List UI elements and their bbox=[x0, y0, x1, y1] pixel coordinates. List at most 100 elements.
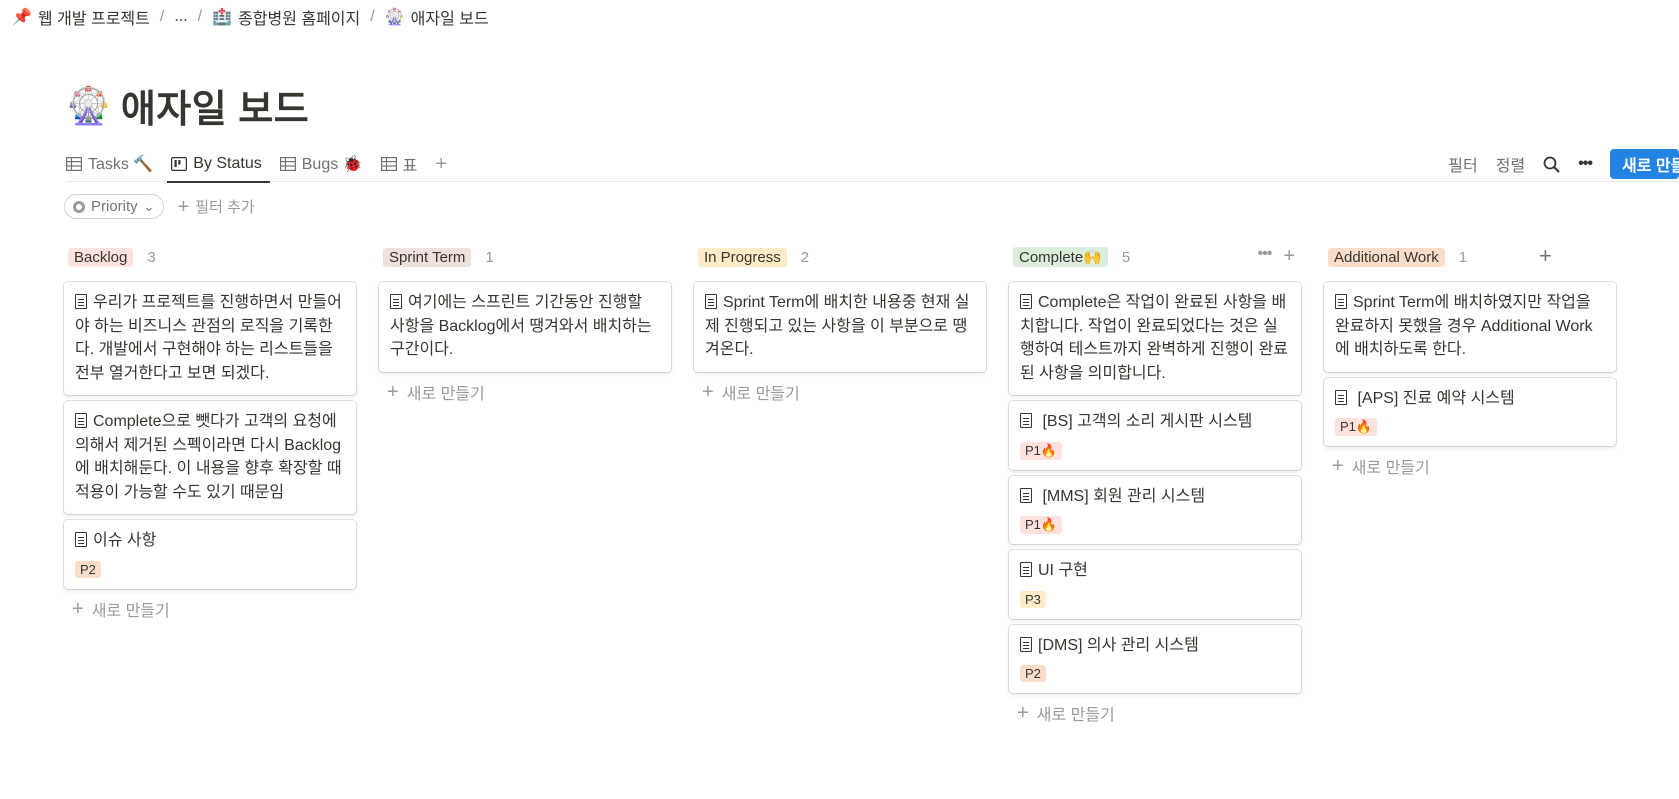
tab-tasks[interactable]: Tasks 🔨 bbox=[66, 146, 153, 182]
page-title[interactable]: 애자일 보드 bbox=[121, 78, 309, 133]
column-header: Sprint Term 1 bbox=[383, 245, 671, 269]
toolbar: 필터 정렬 ••• 새로 만들기 bbox=[1448, 146, 1679, 182]
board-column: Additional Work 1 Sprint Term에 배치하였지만 작업을 … bbox=[1324, 245, 1616, 478]
tab-label: By Status bbox=[193, 155, 262, 172]
board-card[interactable]: [DMS] 의사 관리 시스템 P2 bbox=[1009, 624, 1301, 693]
column-count: 1 bbox=[1458, 248, 1468, 266]
page-icon bbox=[390, 294, 402, 309]
filter-bar: Priority ⌄ + 필터 추가 bbox=[64, 194, 255, 219]
hospital-icon: 🏥 bbox=[212, 9, 233, 26]
priority-filter-chip[interactable]: Priority ⌄ bbox=[64, 194, 164, 219]
ferris-wheel-icon[interactable]: 🎡 bbox=[66, 87, 111, 124]
card-title-row: [BS] 고객의 소리 게시판 시스템 bbox=[1020, 410, 1290, 434]
card-title: 이슈 사항 bbox=[93, 532, 157, 549]
page-icon bbox=[1020, 413, 1032, 428]
plus-icon: + bbox=[1017, 702, 1029, 724]
new-card-button[interactable]: + 새로 만들기 bbox=[72, 597, 356, 621]
page-icon bbox=[75, 532, 87, 547]
status-label[interactable]: Complete🙌 bbox=[1013, 247, 1108, 267]
new-button-label: 새로 만들기 bbox=[1622, 158, 1679, 175]
status-label[interactable]: Additional Work bbox=[1328, 247, 1445, 267]
table-icon bbox=[279, 157, 296, 171]
more-options-button[interactable]: ••• bbox=[1578, 155, 1593, 173]
tab-bugs[interactable]: Bugs 🐞 bbox=[279, 146, 363, 182]
page-icon bbox=[1020, 294, 1032, 309]
board-card[interactable]: Complete은 작업이 완료된 사항을 배치합니다. 작업이 완료되었다는 … bbox=[1009, 282, 1301, 395]
board-card[interactable]: [APS] 진료 예약 시스템 P1🔥 bbox=[1324, 377, 1616, 446]
add-filter-label: 필터 추가 bbox=[195, 199, 255, 216]
tab-label: 표 bbox=[402, 158, 418, 175]
card-title-row: Sprint Term에 배치한 내용중 현재 실제 진행되고 있는 사항을 이… bbox=[705, 291, 975, 362]
column-count: 5 bbox=[1121, 248, 1131, 266]
tab-by-status[interactable]: By Status bbox=[167, 146, 271, 183]
status-label[interactable]: In Progress bbox=[698, 247, 787, 267]
sort-button[interactable]: 정렬 bbox=[1496, 152, 1525, 176]
card-title: 여기에는 스프린트 기간동안 진행할 사항을 Backlog에서 땡겨와서 배치… bbox=[390, 294, 652, 358]
breadcrumb-label: 종합병원 홈페이지 bbox=[238, 11, 361, 28]
page-icon bbox=[1335, 294, 1347, 309]
new-card-button[interactable]: + 새로 만들기 bbox=[1017, 701, 1301, 725]
breadcrumb-item-project[interactable]: 📌 웹 개발 프로젝트 bbox=[12, 5, 150, 29]
page-icon bbox=[75, 413, 87, 428]
board-card[interactable]: Sprint Term에 배치하였지만 작업을 완료하지 못했을 경우 Addi… bbox=[1324, 282, 1616, 372]
column-add-icon[interactable]: + bbox=[1283, 245, 1295, 268]
page-icon bbox=[1020, 487, 1032, 503]
breadcrumb-separator: / bbox=[370, 8, 375, 25]
breadcrumb-separator: / bbox=[197, 8, 203, 25]
priority-tag: P1🔥 bbox=[1020, 516, 1063, 534]
pushpin-icon: 📌 bbox=[12, 9, 32, 26]
column-header: Backlog 3 bbox=[68, 245, 356, 269]
view-tabs-bar: Tasks 🔨 By Status Bugs 🐞 표 + 필터 정렬 ••• 새… bbox=[66, 146, 1679, 183]
board-card[interactable]: 이슈 사항 P2 bbox=[64, 520, 356, 589]
table-icon bbox=[380, 157, 397, 171]
priority-tag: P1🔥 bbox=[1020, 441, 1063, 460]
board-card[interactable]: 우리가 프로젝트를 진행하면서 만들어야 하는 비즈니스 관점의 로직을 기록한… bbox=[64, 282, 356, 395]
priority-tag: P3 bbox=[1020, 590, 1046, 608]
card-title: [APS] 진료 예약 시스템 bbox=[1353, 389, 1515, 407]
board-card[interactable]: 여기에는 스프린트 기간동안 진행할 사항을 Backlog에서 땡겨와서 배치… bbox=[379, 282, 671, 372]
new-card-button[interactable]: + 새로 만들기 bbox=[1332, 454, 1616, 478]
board-card[interactable]: Complete으로 뺏다가 고객의 요청에 의해서 제거된 스펙이라면 다시 … bbox=[64, 401, 356, 514]
new-card-button[interactable]: + 새로 만들기 bbox=[387, 380, 671, 404]
breadcrumb-label: ... bbox=[174, 8, 188, 25]
board-card[interactable]: [BS] 고객의 소리 게시판 시스템 P1🔥 bbox=[1009, 401, 1301, 470]
board-icon bbox=[171, 157, 188, 171]
view-tabs: Tasks 🔨 By Status Bugs 🐞 표 + bbox=[66, 146, 1679, 183]
board-card[interactable]: Sprint Term에 배치한 내용중 현재 실제 진행되고 있는 사항을 이… bbox=[694, 282, 986, 372]
card-list: Sprint Term에 배치한 내용중 현재 실제 진행되고 있는 사항을 이… bbox=[694, 282, 986, 372]
breadcrumb-item-hospital[interactable]: 🏥 종합병원 홈페이지 bbox=[212, 5, 360, 29]
column-count: 3 bbox=[147, 248, 156, 266]
new-card-label: 새로 만들기 bbox=[1351, 460, 1430, 477]
add-view-button[interactable]: + bbox=[435, 153, 447, 176]
status-circle-icon bbox=[73, 200, 85, 213]
priority-filter-label: Priority bbox=[91, 198, 138, 215]
priority-tag: P1🔥 bbox=[1335, 418, 1378, 436]
page-icon bbox=[1020, 636, 1032, 652]
board-card[interactable]: [MMS] 회원 관리 시스템 P1🔥 bbox=[1009, 475, 1301, 544]
card-title-row: [MMS] 회원 관리 시스템 bbox=[1020, 485, 1290, 509]
breadcrumb-item-agile-board[interactable]: 🎡 애자일 보드 bbox=[385, 5, 489, 29]
page-header: 🎡 애자일 보드 bbox=[66, 78, 309, 133]
add-filter-button[interactable]: + 필터 추가 bbox=[178, 196, 255, 217]
column-count: 2 bbox=[800, 248, 810, 266]
search-icon[interactable] bbox=[1543, 156, 1560, 173]
tab-table[interactable]: 표 bbox=[380, 146, 418, 182]
new-card-button[interactable]: + 새로 만들기 bbox=[702, 380, 986, 404]
board-column: Complete🙌 5 ••• + Complete은 작업이 완료된 사항을 배치합니… bbox=[1009, 245, 1301, 725]
column-actions: ••• + bbox=[1258, 245, 1296, 268]
status-label[interactable]: Sprint Term bbox=[383, 247, 472, 267]
new-button[interactable]: 새로 만들기 bbox=[1610, 149, 1679, 179]
board-card[interactable]: UI 구현 P3 bbox=[1009, 550, 1301, 619]
add-group-button[interactable]: + bbox=[1539, 243, 1552, 269]
card-title-row: 여기에는 스프린트 기간동안 진행할 사항을 Backlog에서 땡겨와서 배치… bbox=[390, 291, 660, 362]
filter-button[interactable]: 필터 bbox=[1448, 152, 1477, 176]
tab-label: Bugs 🐞 bbox=[301, 156, 363, 173]
board-column: Sprint Term 1 여기에는 스프린트 기간동안 진행할 사항을 Backl… bbox=[379, 245, 671, 404]
column-more-icon[interactable]: ••• bbox=[1258, 245, 1273, 268]
breadcrumb-item-ellipsis[interactable]: ... bbox=[174, 8, 187, 26]
breadcrumb: 📌 웹 개발 프로젝트 / ... / 🏥 종합병원 홈페이지 / 🎡 애자일 … bbox=[12, 5, 489, 29]
board-column: Backlog 3 우리가 프로젝트를 진행하면서 만들어야 하는 비즈니스 관점의… bbox=[64, 245, 356, 621]
card-title-row: [DMS] 의사 관리 시스템 bbox=[1020, 634, 1290, 658]
card-list: Complete은 작업이 완료된 사항을 배치합니다. 작업이 완료되었다는 … bbox=[1009, 282, 1301, 693]
status-label[interactable]: Backlog bbox=[68, 247, 134, 267]
